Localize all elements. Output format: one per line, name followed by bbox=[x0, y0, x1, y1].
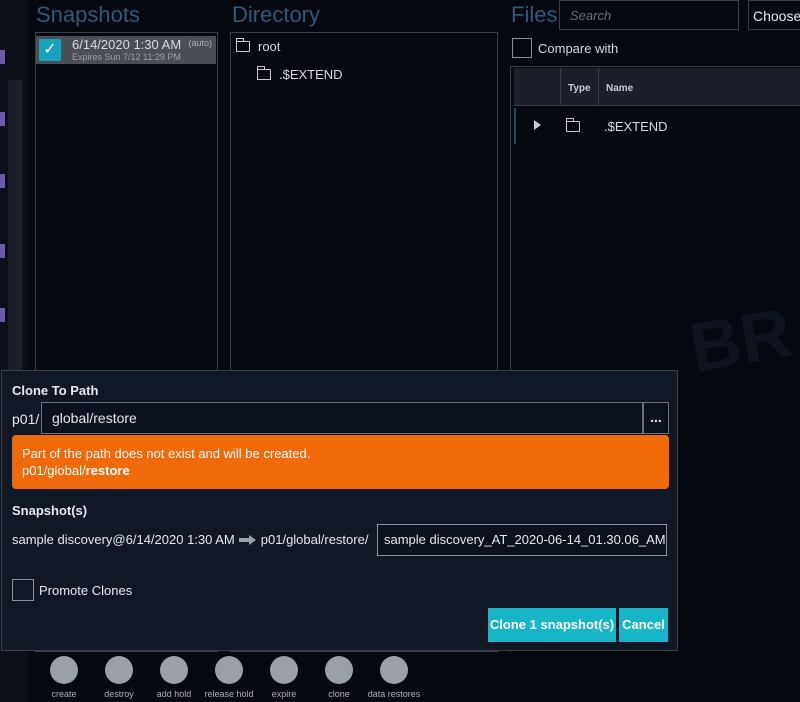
clone-name-input[interactable]: sample discovery_AT_2020-06-14_01.30.06_… bbox=[377, 524, 667, 556]
snapshot-tag: (auto) bbox=[188, 38, 212, 48]
promote-clones-checkbox[interactable] bbox=[12, 579, 34, 601]
tool-label: add hold bbox=[156, 689, 192, 699]
browse-button[interactable]: ... bbox=[643, 402, 669, 434]
table-row[interactable]: .$EXTEND bbox=[514, 108, 800, 144]
path-warning: Part of the path does not exist and will… bbox=[12, 435, 669, 489]
tool-label: release hold bbox=[204, 689, 254, 699]
warning-path: p01/global/restore bbox=[22, 463, 130, 478]
tool-label: expire bbox=[271, 689, 297, 699]
folder-icon bbox=[565, 118, 580, 132]
pin-icon bbox=[160, 656, 188, 684]
cancel-button[interactable]: Cancel bbox=[619, 608, 668, 642]
tool-label: create bbox=[51, 689, 77, 699]
expand-arrow-icon[interactable] bbox=[534, 120, 541, 130]
create-button[interactable]: create bbox=[34, 656, 94, 699]
upload-icon bbox=[380, 656, 408, 684]
rail-marker bbox=[0, 112, 5, 126]
tool-label: data restores bbox=[367, 689, 421, 699]
camera-icon bbox=[50, 656, 78, 684]
choose-button[interactable]: Choose bbox=[748, 0, 800, 30]
clone-submit-button[interactable]: Clone 1 snapshot(s) bbox=[488, 608, 616, 642]
rail-marker bbox=[0, 244, 5, 258]
tree-item-root[interactable]: root bbox=[235, 38, 281, 54]
bottom-toolbar: create destroy add hold release hold exp… bbox=[28, 652, 800, 702]
rail-marker bbox=[0, 308, 5, 322]
snapshot-date: 6/14/2020 1:30 AM bbox=[72, 37, 182, 52]
data-restores-button[interactable]: data restores bbox=[364, 656, 424, 699]
tree-item-label: root bbox=[258, 39, 281, 54]
trash-icon bbox=[105, 656, 133, 684]
snapshots-title: Snapshots bbox=[36, 2, 140, 27]
compare-label: Compare with bbox=[538, 41, 619, 56]
tree-item-extend[interactable]: .$EXTEND bbox=[256, 66, 343, 82]
search-input[interactable]: Search bbox=[559, 0, 739, 30]
destroy-button[interactable]: destroy bbox=[89, 656, 149, 699]
snapshot-mapping: sample discovery@6/14/2020 1:30 AM p01/g… bbox=[12, 532, 368, 547]
snapshot-source: sample discovery@6/14/2020 1:30 AM bbox=[12, 532, 235, 547]
tool-label: clone bbox=[328, 689, 350, 699]
snapshot-item[interactable]: ✓ 6/14/2020 1:30 AM (auto) Expires Sun 7… bbox=[36, 36, 216, 64]
files-title: Files bbox=[511, 2, 558, 27]
warning-text: Part of the path does not exist and will… bbox=[22, 446, 311, 461]
clone-path-input[interactable]: global/restore bbox=[41, 402, 643, 434]
expire-button[interactable]: expire bbox=[254, 656, 314, 699]
column-type[interactable]: Type bbox=[568, 83, 591, 94]
column-name[interactable]: Name bbox=[606, 83, 633, 94]
clone-dialog: Clone To Path p01/ global/restore ... Pa… bbox=[1, 370, 678, 651]
calendar-icon bbox=[270, 656, 298, 684]
copy-icon bbox=[325, 656, 353, 684]
folder-icon bbox=[235, 38, 250, 52]
add-hold-button[interactable]: add hold bbox=[144, 656, 204, 699]
snapshot-target-path: p01/global/restore/ bbox=[260, 532, 369, 547]
arrow-right-icon bbox=[238, 534, 257, 545]
rail-marker bbox=[0, 174, 5, 188]
pin-off-icon bbox=[215, 656, 243, 684]
folder-icon bbox=[256, 66, 271, 80]
tree-item-label: .$EXTEND bbox=[279, 67, 343, 82]
promote-clones-label: Promote Clones bbox=[39, 583, 133, 598]
clone-button[interactable]: clone bbox=[309, 656, 369, 699]
tool-label: destroy bbox=[104, 689, 134, 699]
compare-checkbox[interactable] bbox=[512, 38, 532, 58]
dialog-title: Clone To Path bbox=[12, 383, 99, 398]
directory-title: Directory bbox=[232, 2, 321, 27]
snapshot-expiry: Expires Sun 7/12 11:29 PM bbox=[72, 52, 181, 62]
files-table-header: Type Name bbox=[514, 68, 800, 106]
rail-marker bbox=[0, 50, 5, 64]
snapshots-section-title: Snapshot(s) bbox=[12, 503, 88, 518]
file-name: .$EXTEND bbox=[604, 119, 668, 134]
checkmark-icon[interactable]: ✓ bbox=[39, 39, 61, 61]
path-prefix: p01/ bbox=[12, 411, 40, 427]
release-hold-button[interactable]: release hold bbox=[199, 656, 259, 699]
